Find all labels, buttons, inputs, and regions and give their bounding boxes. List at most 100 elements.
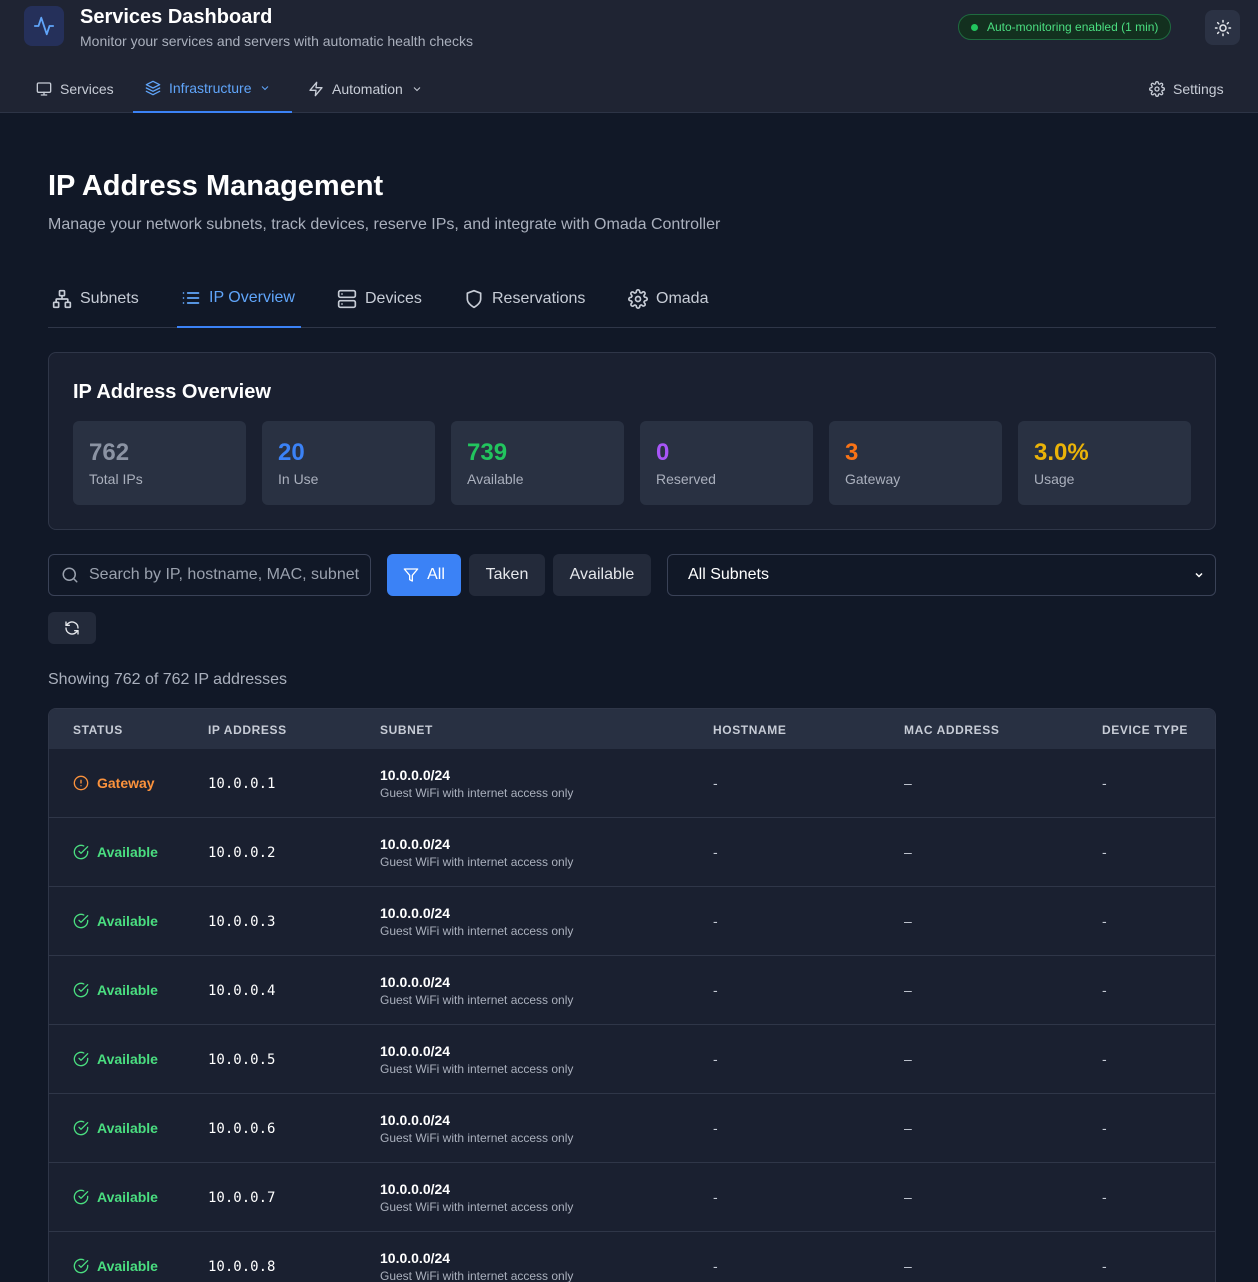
sun-icon — [1214, 19, 1231, 36]
col-status[interactable]: STATUS — [73, 723, 123, 737]
stat-label: In Use — [278, 471, 319, 487]
subnet-cidr: 10.0.0.0/24 — [380, 1043, 451, 1059]
filter-all-button[interactable]: All — [387, 554, 461, 596]
stat-value: 0 — [656, 439, 670, 466]
chevron-down-icon — [413, 86, 421, 91]
tab-reservations-label: Reservations — [492, 290, 586, 307]
mac-address: – — [904, 913, 912, 929]
zap-icon — [309, 81, 323, 96]
tab-ip-overview[interactable]: IP Overview — [177, 270, 301, 328]
col-ip-address[interactable]: IP ADDRESS — [208, 723, 287, 737]
app-subtitle: Monitor your services and servers with a… — [80, 33, 473, 49]
subnet-description: Guest WiFi with internet access only — [380, 924, 574, 938]
subnet-description: Guest WiFi with internet access only — [380, 786, 574, 800]
search-box — [48, 554, 371, 596]
col-device-type[interactable]: DEVICE TYPE — [1102, 723, 1188, 737]
table-row[interactable]: Available 10.0.0.2 10.0.0.0/24 Guest WiFi w… — [49, 818, 1215, 887]
activity-icon — [33, 16, 55, 36]
search-icon — [62, 567, 78, 583]
ip-overview-card: IP Address Overview 762 Total IPs 20 In … — [48, 352, 1216, 530]
subnet-cell: 10.0.0.0/24 Guest WiFi with internet acce… — [380, 1112, 573, 1145]
tab-subnets-label: Subnets — [80, 290, 139, 307]
hostname: - — [713, 982, 718, 998]
nav-infrastructure-label: Infrastructure — [169, 79, 252, 96]
device-type: - — [1102, 775, 1107, 791]
check-circle-icon — [73, 844, 89, 860]
ip-address: 10.0.0.7 — [208, 1190, 276, 1206]
filter-available-button[interactable]: Available — [553, 554, 651, 596]
mac-address: – — [904, 1051, 912, 1067]
filter-taken-button[interactable]: Taken — [469, 554, 545, 596]
device-type: - — [1102, 1051, 1107, 1067]
subnet-cidr: 10.0.0.0/24 — [380, 1181, 451, 1197]
hostname: - — [713, 913, 718, 929]
refresh-button[interactable] — [48, 612, 96, 644]
device-type: - — [1102, 1258, 1107, 1274]
ip-address: 10.0.0.8 — [208, 1259, 276, 1275]
page-title: IP Address Management — [48, 170, 384, 202]
table-row[interactable]: Available 10.0.0.5 10.0.0.0/24 Guest WiFi w… — [49, 1025, 1215, 1094]
status-label: Available — [97, 1120, 158, 1136]
subnet-select[interactable]: All Subnets — [667, 554, 1216, 596]
tab-omada[interactable]: Omada — [628, 270, 708, 328]
subnet-cell: 10.0.0.0/24 Guest WiFi with internet acce… — [380, 974, 573, 1007]
theme-toggle-button[interactable] — [1205, 10, 1240, 45]
nav-infrastructure[interactable]: Infrastructure — [133, 64, 292, 113]
status-label: Available — [97, 1189, 158, 1205]
nav-automation[interactable]: Automation — [296, 64, 435, 113]
gear-icon — [628, 289, 648, 309]
subnet-cell: 10.0.0.0/24 Guest WiFi with internet acce… — [380, 1043, 573, 1076]
col-mac-address[interactable]: MAC ADDRESS — [904, 723, 1000, 737]
status-badge: Available — [73, 913, 158, 929]
device-type: - — [1102, 913, 1107, 929]
table-row[interactable]: Available 10.0.0.8 10.0.0.0/24 Guest WiFi w… — [49, 1232, 1215, 1282]
col-hostname[interactable]: HOSTNAME — [713, 723, 786, 737]
status-badge: Gateway — [73, 775, 155, 791]
check-circle-icon — [73, 1258, 89, 1274]
nav-settings-label: Settings — [1173, 80, 1224, 97]
ip-address: 10.0.0.6 — [208, 1121, 276, 1137]
subnet-description: Guest WiFi with internet access only — [380, 855, 574, 869]
table-row[interactable]: Available 10.0.0.3 10.0.0.0/24 Guest WiFi w… — [49, 887, 1215, 956]
nav-services-label: Services — [60, 80, 114, 97]
table-row[interactable]: Gateway 10.0.0.1 10.0.0.0/24 Guest WiFi wit… — [49, 749, 1215, 818]
mac-address: – — [904, 844, 912, 860]
filter-available-label: Available — [569, 566, 635, 583]
table-row[interactable]: Available 10.0.0.4 10.0.0.0/24 Guest WiFi w… — [49, 956, 1215, 1025]
layers-icon — [145, 80, 161, 95]
device-type: - — [1102, 844, 1107, 860]
nav-automation-label: Automation — [332, 80, 403, 97]
hostname: - — [713, 1258, 718, 1274]
status-label: Available — [97, 982, 158, 998]
check-circle-icon — [73, 1051, 89, 1067]
mac-address: – — [904, 982, 912, 998]
tab-reservations[interactable]: Reservations — [464, 270, 585, 328]
tab-subnets[interactable]: Subnets — [52, 270, 139, 328]
tab-devices[interactable]: Devices — [337, 270, 422, 328]
ipam-tabs: Subnets IP Overview Devices Reservations… — [48, 270, 1216, 328]
hostname: - — [713, 844, 718, 860]
nav-settings[interactable]: Settings — [1137, 64, 1236, 113]
ip-address: 10.0.0.3 — [208, 914, 276, 930]
status-label: Available — [97, 1051, 158, 1067]
hostname: - — [713, 1051, 718, 1067]
col-subnet[interactable]: SUBNET — [380, 723, 433, 737]
stat-value: 762 — [89, 439, 130, 466]
subnet-select-value: All Subnets — [688, 566, 769, 583]
stat-label: Gateway — [845, 471, 901, 487]
stat-reserved: 0 Reserved — [640, 421, 813, 505]
status-badge: Available — [73, 1258, 158, 1274]
search-input[interactable] — [89, 566, 359, 584]
subnet-description: Guest WiFi with internet access only — [380, 1131, 574, 1145]
table-row[interactable]: Available 10.0.0.6 10.0.0.0/24 Guest WiFi w… — [49, 1094, 1215, 1163]
status-badge: Available — [73, 844, 158, 860]
filter-icon — [403, 568, 419, 582]
check-circle-icon — [73, 1189, 89, 1205]
subnet-description: Guest WiFi with internet access only — [380, 1062, 574, 1076]
stat-available: 739 Available — [451, 421, 624, 505]
table-row[interactable]: Available 10.0.0.7 10.0.0.0/24 Guest WiFi w… — [49, 1163, 1215, 1232]
refresh-icon — [65, 621, 79, 635]
nav-services[interactable]: Services — [24, 64, 126, 113]
stat-label: Usage — [1034, 471, 1075, 487]
hostname: - — [713, 1120, 718, 1136]
